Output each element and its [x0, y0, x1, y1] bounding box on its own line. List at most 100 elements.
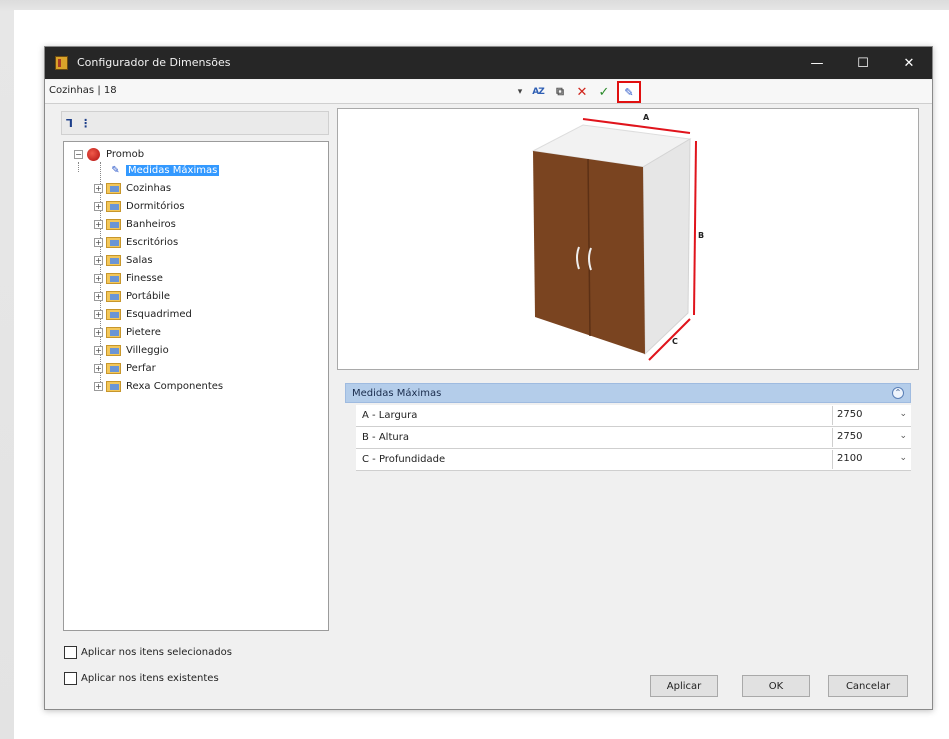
folder-icon	[106, 363, 121, 374]
folder-icon	[106, 273, 121, 284]
toolbar: ▾ AZ ⧉ ✕ ✓ ✎	[515, 81, 641, 103]
app-icon	[55, 56, 68, 70]
ruler-icon: ✎	[111, 165, 120, 176]
dimension-label-a: A	[643, 113, 650, 122]
title-bar[interactable]: Configurador de Dimensões — ☐ ✕	[45, 47, 932, 79]
property-value: 2750	[837, 409, 863, 420]
tree-root[interactable]: − Promob	[74, 147, 146, 162]
expand-toggle-icon[interactable]: +	[94, 364, 103, 373]
close-button[interactable]: ✕	[886, 47, 932, 79]
tree-item-label: Pietere	[126, 327, 161, 338]
folder-icon	[106, 255, 121, 266]
folder-icon	[106, 291, 121, 302]
properties-header[interactable]: Medidas Máximas ⌃	[345, 383, 911, 403]
chevron-down-icon[interactable]: ⌄	[899, 431, 907, 441]
tree-item-label: Esquadrimed	[126, 309, 192, 320]
tree-collapse-icon[interactable]: ⋮	[80, 117, 91, 130]
tree-item[interactable]: + Perfar	[94, 360, 158, 377]
expand-toggle-icon[interactable]: +	[94, 220, 103, 229]
address-path: Cozinhas | 18	[49, 85, 117, 96]
apply-existing-label: Aplicar nos itens existentes	[81, 672, 219, 684]
folder-icon	[106, 327, 121, 338]
tree-item-label: Rexa Componentes	[126, 381, 224, 392]
property-value: 2750	[837, 431, 863, 442]
tree-item[interactable]: + Finesse	[94, 270, 165, 287]
folder-icon	[106, 237, 121, 248]
expand-toggle-icon[interactable]: +	[94, 202, 103, 211]
chevron-down-icon[interactable]: ⌄	[899, 409, 907, 419]
sort-icon[interactable]: AZ	[529, 83, 547, 101]
apply-existing-checkbox[interactable]	[64, 671, 77, 685]
copy-icon[interactable]: ⧉	[551, 83, 569, 101]
tree-item[interactable]: + Esquadrimed	[94, 306, 194, 323]
tree-item-label: Dormitórios	[126, 201, 185, 212]
properties-title: Medidas Máximas	[352, 388, 442, 399]
minimize-button[interactable]: —	[794, 47, 840, 79]
apply-existing-option[interactable]: Aplicar nos itens existentes	[64, 670, 219, 686]
property-label: B - Altura	[362, 432, 409, 443]
expand-toggle-icon[interactable]: +	[94, 256, 103, 265]
ok-button[interactable]: OK	[742, 675, 810, 697]
tree-item[interactable]: + Pietere	[94, 324, 163, 341]
tree-item[interactable]: + Villeggio	[94, 342, 171, 359]
expand-toggle-icon[interactable]: +	[94, 382, 103, 391]
tree-item-label: Salas	[126, 255, 153, 266]
property-value-select[interactable]: 2100 ⌄	[832, 450, 911, 469]
tree-item-label: Escritórios	[126, 237, 179, 248]
maximize-button[interactable]: ☐	[840, 47, 886, 79]
cancel-button[interactable]: Cancelar	[828, 675, 908, 697]
apply-selected-label: Aplicar nos itens selecionados	[81, 646, 232, 658]
tree-item[interactable]: + Escritórios	[94, 234, 180, 251]
tree-panel[interactable]: − Promob ✎ Medidas Máximas + Cozinhas + Do…	[63, 141, 329, 631]
expand-toggle-icon[interactable]: +	[94, 184, 103, 193]
address-bar: Cozinhas | 18 ▾ AZ ⧉ ✕ ✓ ✎	[45, 80, 932, 104]
expand-toggle-icon[interactable]: +	[94, 346, 103, 355]
tree-item-label: Finesse	[126, 273, 163, 284]
tree-expand-icon[interactable]: ⅂	[66, 117, 72, 130]
cabinet-preview: A B C	[337, 108, 919, 370]
property-row-depth[interactable]: C - Profundidade 2100 ⌄	[356, 449, 911, 471]
tree-item-label: Perfar	[126, 363, 156, 374]
property-value: 2100	[837, 453, 863, 464]
tree-item[interactable]: + Portábile	[94, 288, 172, 305]
expand-toggle-icon[interactable]: +	[94, 274, 103, 283]
dimension-label-c: C	[672, 337, 678, 346]
cabinet-illustration	[531, 118, 697, 361]
collapse-toggle-icon[interactable]: −	[74, 150, 83, 159]
collapse-section-icon[interactable]: ⌃	[892, 387, 904, 399]
property-value-select[interactable]: 2750 ⌄	[832, 406, 911, 425]
tree-item-selected[interactable]: ✎ Medidas Máximas	[108, 162, 220, 179]
tree-item[interactable]: + Dormitórios	[94, 198, 187, 215]
tree-item-label: Cozinhas	[126, 183, 172, 194]
window-title: Configurador de Dimensões	[77, 56, 231, 69]
folder-icon	[106, 345, 121, 356]
edit-dimension-icon[interactable]: ✎	[617, 81, 641, 103]
tree-root-label: Promob	[106, 149, 145, 160]
property-label: A - Largura	[362, 410, 418, 421]
apply-selected-checkbox[interactable]	[64, 645, 77, 659]
dimension-configurator-window: Configurador de Dimensões — ☐ ✕ Cozinhas…	[44, 46, 933, 710]
tree-item[interactable]: + Salas	[94, 252, 155, 269]
property-row-height[interactable]: B - Altura 2750 ⌄	[356, 427, 911, 449]
dimension-label-b: B	[698, 231, 705, 240]
tree-item-label: Villeggio	[126, 345, 169, 356]
folder-icon	[106, 309, 121, 320]
folder-icon	[106, 381, 121, 392]
tree-item[interactable]: + Cozinhas	[94, 180, 173, 197]
tree-item[interactable]: + Rexa Componentes	[94, 378, 225, 395]
expand-toggle-icon[interactable]: +	[94, 310, 103, 319]
toolbar-dropdown-icon[interactable]: ▾	[515, 83, 525, 101]
dimension-line-b	[693, 140, 697, 316]
tree-item[interactable]: + Banheiros	[94, 216, 178, 233]
expand-toggle-icon[interactable]: +	[94, 238, 103, 247]
apply-check-icon[interactable]: ✓	[595, 83, 613, 101]
property-value-select[interactable]: 2750 ⌄	[832, 428, 911, 447]
expand-toggle-icon[interactable]: +	[94, 328, 103, 337]
chevron-down-icon[interactable]: ⌄	[899, 453, 907, 463]
property-label: C - Profundidade	[362, 454, 446, 465]
apply-button[interactable]: Aplicar	[650, 675, 718, 697]
property-row-width[interactable]: A - Largura 2750 ⌄	[356, 405, 911, 427]
expand-toggle-icon[interactable]: +	[94, 292, 103, 301]
apply-selected-option[interactable]: Aplicar nos itens selecionados	[64, 644, 232, 660]
delete-icon[interactable]: ✕	[573, 83, 591, 101]
